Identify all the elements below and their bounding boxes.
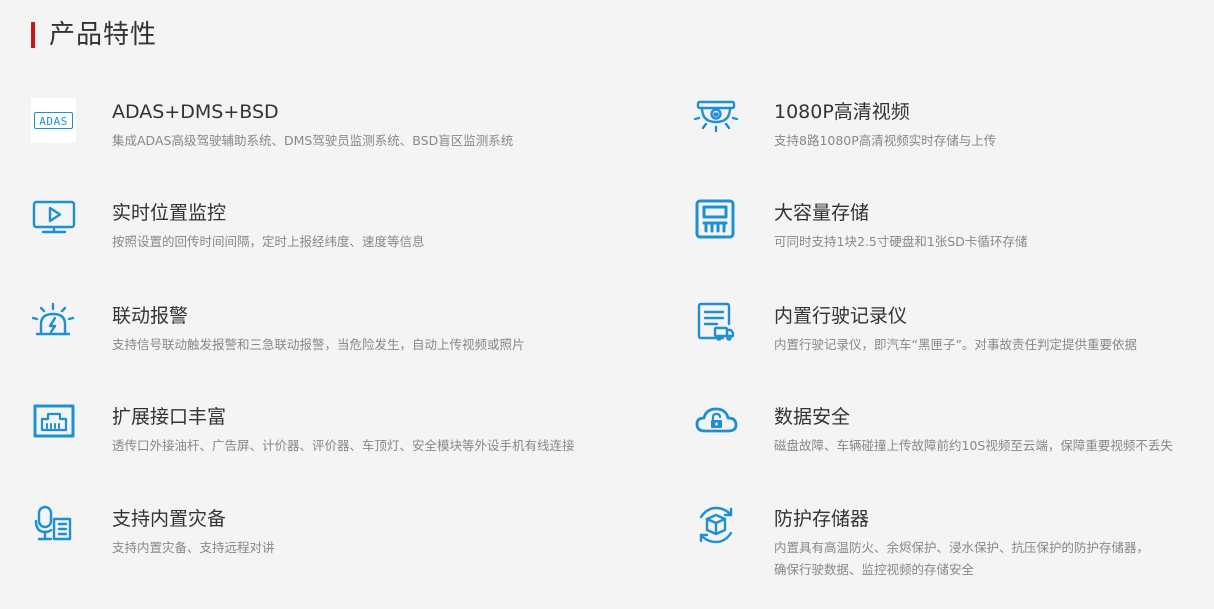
section-header: 产品特性 [31, 18, 157, 52]
feature-description: 支持8路1080P高清视频实时存储与上传 [774, 133, 997, 148]
section-title: 产品特性 [49, 20, 158, 50]
title-accent-bar [31, 22, 35, 48]
camera-icon [693, 98, 739, 144]
feature-title: 1080P高清视频 [774, 101, 910, 123]
feature-description-line2: 确保行驶数据、监控视频的存储安全 [774, 562, 975, 577]
feature-description: 支持信号联动触发报警和三急联动报警，当危险发生，自动上传视频或照片 [112, 337, 525, 352]
alarm-icon [31, 302, 77, 348]
microphone-icon [31, 505, 77, 551]
feature-description: 内置具有高温防火、余烬保护、浸水保护、抗压保护的防护存储器， [774, 540, 1150, 555]
product-features-page: 产品特性 ADAS ADAS+DMS+BSD 集成ADAS高级驾驶辅助系统、DM… [0, 0, 1214, 609]
feature-description: 内置行驶记录仪，即汽车“黑匣子”。对事故责任判定提供重要依据 [774, 337, 1137, 352]
feature-title: 支持内置灾备 [112, 508, 227, 530]
feature-description: 集成ADAS高级驾驶辅助系统、DMS驾驶员监测系统、BSD盲区监测系统 [112, 133, 514, 148]
recorder-doc-icon [693, 302, 739, 348]
feature-title: 大容量存储 [774, 202, 870, 224]
feature-description: 可同时支持1块2.5寸硬盘和1张SD卡循环存储 [774, 234, 1028, 249]
feature-description: 按照设置的回传时间间隔，定时上报经纬度、速度等信息 [112, 234, 425, 249]
feature-description: 支持内置灾备、支持远程对讲 [112, 540, 275, 555]
feature-title: 联动报警 [112, 305, 189, 327]
adas-icon-label: ADAS [34, 112, 73, 129]
storage-card-icon [693, 199, 739, 245]
feature-description: 磁盘故障、车辆碰撞上传故障前约10S视频至云端，保障重要视频不丢失 [774, 438, 1173, 453]
feature-title: 实时位置监控 [112, 202, 227, 224]
monitor-play-icon [31, 199, 77, 245]
feature-title: 扩展接口丰富 [112, 406, 227, 428]
protect-box-icon [693, 505, 739, 551]
adas-icon: ADAS [31, 98, 77, 144]
network-port-icon [31, 403, 77, 449]
cloud-lock-icon [693, 403, 739, 449]
feature-title: 内置行驶记录仪 [774, 305, 908, 327]
feature-title: 数据安全 [774, 406, 851, 428]
feature-title: 防护存储器 [774, 508, 870, 530]
feature-description: 透传口外接油杆、广告屏、计价器、评价器、车顶灯、安全模块等外设手机有线连接 [112, 438, 575, 453]
feature-title: ADAS+DMS+BSD [112, 101, 279, 123]
